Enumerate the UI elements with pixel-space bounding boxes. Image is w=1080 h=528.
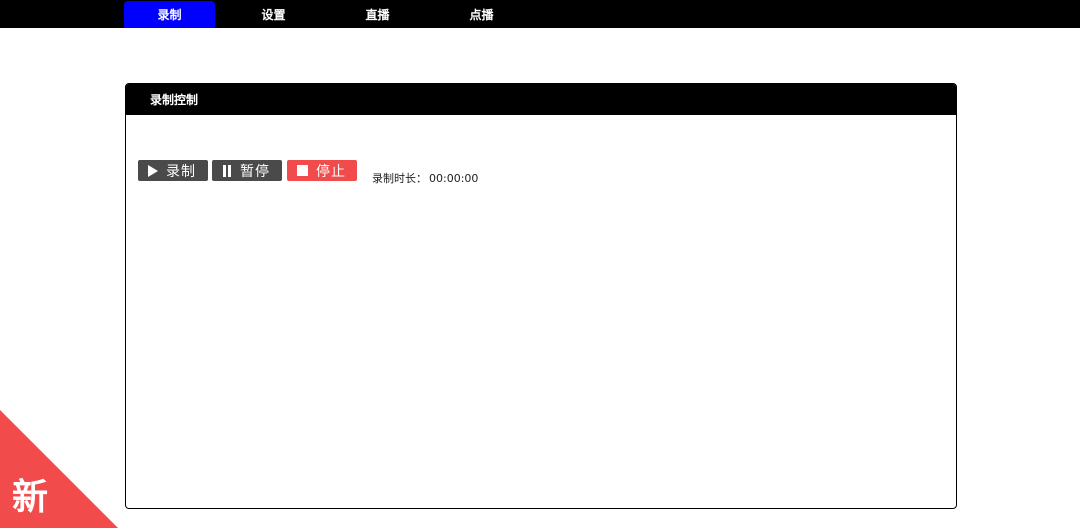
badge-text: 新: [12, 477, 49, 518]
record-button-label: 录制: [166, 163, 196, 180]
tab-record[interactable]: 录制: [124, 1, 215, 28]
top-nav-bar: 录制 设置 直播 点播: [0, 0, 1080, 28]
stop-button-label: 停止: [316, 163, 346, 180]
tab-settings[interactable]: 设置: [228, 1, 319, 28]
tab-live[interactable]: 直播: [332, 1, 423, 28]
pause-button[interactable]: 暂停: [212, 160, 282, 181]
tab-vod[interactable]: 点播: [436, 1, 527, 28]
panel-title: 录制控制: [126, 84, 956, 115]
stop-icon: [297, 165, 308, 176]
duration-value: 00:00:00: [429, 172, 479, 185]
duration-label: 录制时长：: [372, 172, 427, 185]
play-icon: [148, 164, 158, 177]
pause-icon: [222, 164, 232, 177]
stop-button[interactable]: 停止: [287, 160, 357, 181]
record-control-panel: 录制控制 录制 暂停 停止 录制时长： 00:00:00: [125, 83, 957, 509]
new-corner-badge: 新: [0, 410, 118, 528]
pause-button-label: 暂停: [240, 163, 270, 180]
record-button[interactable]: 录制: [138, 160, 208, 181]
record-duration: 录制时长： 00:00:00: [372, 170, 478, 186]
